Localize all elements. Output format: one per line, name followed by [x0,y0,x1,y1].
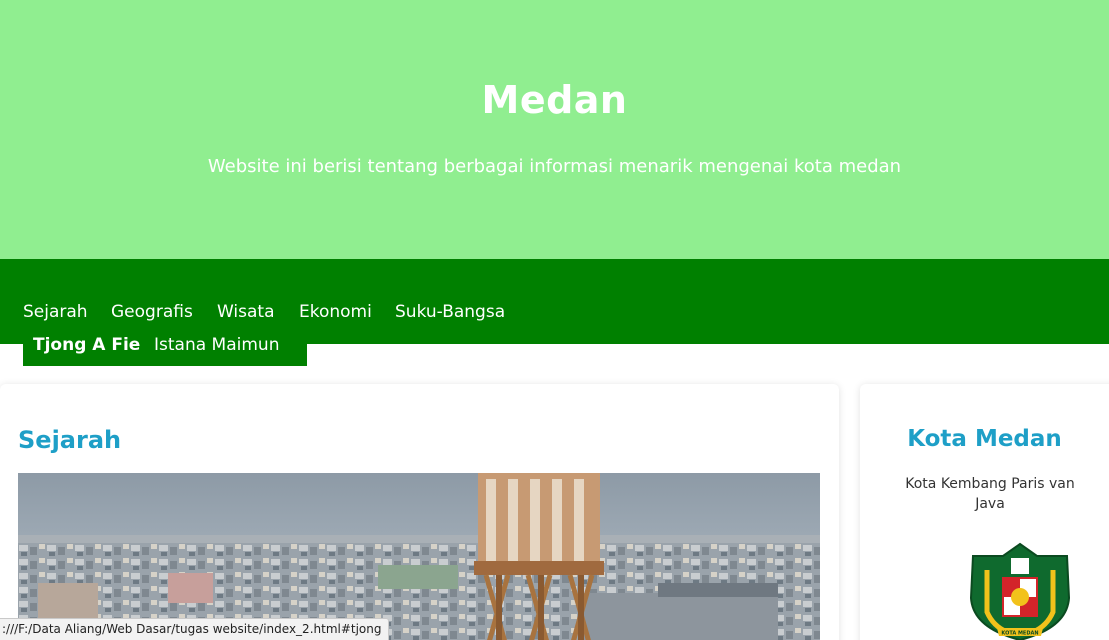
svg-text:KOTA MEDAN: KOTA MEDAN [1001,631,1038,637]
dropdown-item-tjong-a-fie[interactable]: Tjong A Fie [33,334,140,366]
dropdown-item-istana-maimun[interactable]: Istana Maimun [154,334,279,366]
medan-city-photo [18,473,820,640]
nav-item-ekonomi[interactable]: Ekonomi [299,302,372,322]
sidebar-card: Kota Medan Kota Kembang Paris van Java K… [860,384,1109,640]
browser-status-bar: :///F:/Data Aliang/Web Dasar/tugas websi… [0,618,389,640]
sidebar-heading: Kota Medan [907,426,1062,452]
nav-item-suku-bangsa[interactable]: Suku-Bangsa [395,302,505,322]
section-heading: Sejarah [18,426,122,454]
site-subtitle: Website ini berisi tentang berbagai info… [207,156,902,177]
nav-item-sejarah[interactable]: Sejarah [23,302,88,322]
kota-medan-emblem: KOTA MEDAN [967,542,1073,640]
nav-item-wisata[interactable]: Wisata [217,302,275,322]
main-nav: Sejarah Geografis Wisata Ekonomi Suku-Ba… [0,259,1109,344]
wisata-dropdown: Tjong A Fie Istana Maimun [23,334,307,366]
nav-item-geografis[interactable]: Geografis [111,302,193,322]
page: Medan Website ini berisi tentang berbaga… [0,0,1109,640]
sidebar-text: Kota Kembang Paris van Java [905,476,1075,512]
content-card: Sejarah [0,384,839,640]
site-title: Medan [481,78,628,122]
hero-header: Medan Website ini berisi tentang berbaga… [0,0,1109,259]
